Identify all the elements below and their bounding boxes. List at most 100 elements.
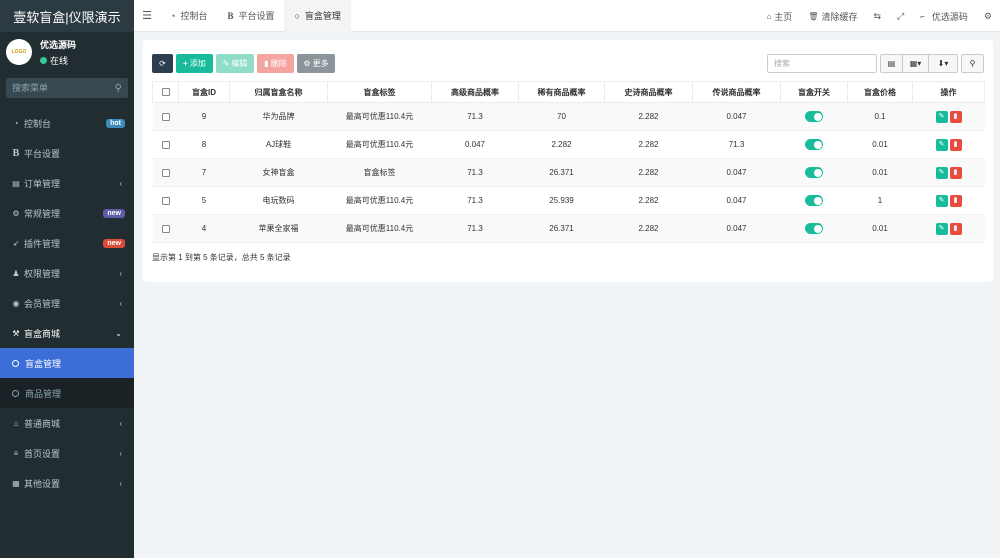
column-header[interactable]: 盲盒标签 bbox=[327, 81, 432, 103]
bold-b-icon: B bbox=[12, 147, 20, 159]
blindbox-switch-toggle[interactable] bbox=[805, 111, 823, 122]
cell-prob-legend: 0.047 bbox=[692, 102, 781, 131]
column-header[interactable]: 传说商品概率 bbox=[692, 81, 781, 103]
sidebar-item-general[interactable]: ⚙ 常规管理 new bbox=[0, 198, 134, 228]
select-all-header bbox=[152, 81, 179, 103]
row-checkbox[interactable] bbox=[161, 112, 170, 121]
row-delete-button[interactable]: ▮ bbox=[949, 194, 962, 207]
circle-icon: ○ bbox=[294, 10, 300, 21]
sidebar-item-other-settings[interactable]: ▦ 其他设置 ‹ bbox=[0, 468, 134, 498]
row-edit-button[interactable]: ✎ bbox=[935, 222, 948, 235]
row-delete-button[interactable]: ▮ bbox=[949, 166, 962, 179]
edit-button[interactable]: ✎ 编辑 bbox=[216, 54, 254, 73]
row-checkbox[interactable] bbox=[161, 196, 170, 205]
database-icon: ▦ bbox=[12, 478, 20, 488]
fullscreen-icon: ⤢ bbox=[897, 10, 905, 21]
sidebar-item-permissions[interactable]: ♟ 权限管理 ‹ bbox=[0, 258, 134, 288]
sidebar-search-input[interactable] bbox=[12, 83, 102, 93]
table-header-row: 盲盒ID 归属盲盒名称 盲盒标签 高级商品概率 稀有商品概率 史诗商品概率 传说… bbox=[152, 81, 985, 103]
tab-dashboard[interactable]: ◔ 控制台 bbox=[160, 0, 217, 32]
search-icon: ⚲ bbox=[969, 59, 976, 68]
cell-price: 0.01 bbox=[847, 130, 913, 159]
sidebar-item-members[interactable]: ◉ 会员管理 ‹ bbox=[0, 288, 134, 318]
user-name: 优选源码 bbox=[40, 39, 77, 50]
column-header[interactable]: 盲盒价格 bbox=[847, 81, 913, 103]
cell-tag: 最高可优惠110.4元 bbox=[327, 214, 432, 243]
column-header[interactable]: 归属盲盒名称 bbox=[229, 81, 328, 103]
advanced-search-button[interactable]: ⚲ bbox=[961, 54, 984, 73]
export-icon: ⬇▾ bbox=[937, 59, 949, 68]
refresh-button[interactable]: ⟳ bbox=[152, 54, 173, 73]
sidebar-subitem-blindbox-manage[interactable]: 盲盒管理 bbox=[0, 348, 134, 378]
cogs-icon: ⚙ bbox=[983, 10, 992, 21]
row-edit-button[interactable]: ✎ bbox=[935, 194, 948, 207]
user-menu[interactable]: ⌐ 优选源码 bbox=[912, 10, 976, 23]
export-dropdown-button[interactable]: ⬇▾ bbox=[929, 54, 958, 73]
blindbox-switch-toggle[interactable] bbox=[805, 223, 823, 234]
row-checkbox[interactable] bbox=[161, 224, 170, 233]
column-header[interactable]: 稀有商品概率 bbox=[518, 81, 605, 103]
table-row: 5 电玩数码 最高可优惠110.4元 71.3 25.939 2.282 0.0… bbox=[152, 186, 985, 215]
bold-b-icon: B bbox=[227, 10, 234, 21]
row-delete-button[interactable]: ▮ bbox=[949, 222, 962, 235]
sidebar-item-dashboard[interactable]: ◔ 控制台 hot bbox=[0, 108, 134, 138]
row-edit-button[interactable]: ✎ bbox=[935, 110, 948, 123]
row-edit-button[interactable]: ✎ bbox=[935, 138, 948, 151]
chevron-left-icon: ‹ bbox=[119, 478, 122, 488]
app-title[interactable]: 壹软盲盒|仪限演示 bbox=[0, 0, 134, 32]
group-icon: ♟ bbox=[12, 268, 20, 278]
hamburger-menu-icon[interactable]: ☰ bbox=[134, 9, 160, 22]
cell-prob-legend: 0.047 bbox=[692, 214, 781, 243]
cell-id: 4 bbox=[178, 214, 230, 243]
cell-prob-epic: 2.282 bbox=[604, 186, 693, 215]
more-button[interactable]: ⚙ 更多 bbox=[297, 54, 335, 73]
pagination-info: 显示第 1 到第 5 条记录，总共 5 条记录 bbox=[152, 253, 291, 262]
tab-platform-settings[interactable]: B 平台设置 bbox=[217, 0, 284, 32]
fullscreen-toggle[interactable]: ⤢ bbox=[889, 11, 912, 22]
add-button[interactable]: + 添加 bbox=[176, 54, 213, 73]
row-delete-button[interactable]: ▮ bbox=[949, 138, 962, 151]
view-toggle-group: ▤ ▦▾ ⬇▾ bbox=[880, 54, 958, 73]
cell-prob-advanced: 71.3 bbox=[431, 214, 519, 243]
cell-tag: 最高可优惠110.4元 bbox=[327, 186, 432, 215]
settings-toggle[interactable]: ⚙ bbox=[976, 11, 1000, 22]
search-icon[interactable]: ⚲ bbox=[115, 83, 122, 94]
row-checkbox[interactable] bbox=[161, 168, 170, 177]
plus-icon: + bbox=[183, 59, 188, 68]
blindbox-switch-toggle[interactable] bbox=[805, 167, 823, 178]
cell-name: 苹果全家福 bbox=[229, 214, 328, 243]
sidebar-item-platform-settings[interactable]: B 平台设置 bbox=[0, 138, 134, 168]
sidebar-item-orders[interactable]: ▤ 订单管理 ‹ bbox=[0, 168, 134, 198]
select-all-checkbox[interactable] bbox=[161, 88, 170, 97]
language-toggle[interactable]: ⇆ bbox=[865, 11, 889, 22]
columns-dropdown-button[interactable]: ▦▾ bbox=[903, 54, 929, 73]
row-checkbox[interactable] bbox=[161, 140, 170, 149]
table-search-input[interactable] bbox=[767, 54, 877, 73]
cell-prob-advanced: 71.3 bbox=[431, 102, 519, 131]
delete-button[interactable]: ▮ 删除 bbox=[257, 54, 294, 73]
column-header[interactable]: 盲盒ID bbox=[178, 81, 230, 103]
cell-prob-epic: 2.282 bbox=[604, 102, 693, 131]
tab-blindbox-manage[interactable]: ○ 盲盒管理 bbox=[284, 0, 351, 32]
cell-price: 0.1 bbox=[847, 102, 913, 131]
toggle-card-view-button[interactable]: ▤ bbox=[880, 54, 903, 73]
blindbox-switch-toggle[interactable] bbox=[805, 139, 823, 150]
column-header[interactable]: 高级商品概率 bbox=[431, 81, 519, 103]
chevron-left-icon: ‹ bbox=[119, 268, 122, 278]
sidebar-subitem-goods-manage[interactable]: 商品管理 bbox=[0, 378, 134, 408]
column-header[interactable]: 史诗商品概率 bbox=[604, 81, 693, 103]
row-edit-button[interactable]: ✎ bbox=[935, 166, 948, 179]
blindbox-switch-toggle[interactable] bbox=[805, 195, 823, 206]
cell-name: AJ球鞋 bbox=[229, 130, 328, 159]
home-link[interactable]: ⌂ 主页 bbox=[758, 10, 800, 23]
clear-cache-link[interactable]: 🗑 清除缓存 bbox=[800, 10, 865, 23]
sidebar-item-plugins[interactable]: ➶ 插件管理 new bbox=[0, 228, 134, 258]
cell-price: 0.01 bbox=[847, 158, 913, 187]
sidebar-item-blindbox-mall[interactable]: ⚒ 盲盒商城 ⌄ bbox=[0, 318, 134, 348]
sidebar-item-normal-mall[interactable]: ⌂ 普通商城 ‹ bbox=[0, 408, 134, 438]
avatar: LOGO bbox=[6, 39, 32, 65]
columns-icon: ▦▾ bbox=[909, 59, 922, 68]
column-header[interactable]: 盲盒开关 bbox=[780, 81, 848, 103]
row-delete-button[interactable]: ▮ bbox=[949, 110, 962, 123]
sidebar-item-home-settings[interactable]: ≡ 首页设置 ‹ bbox=[0, 438, 134, 468]
